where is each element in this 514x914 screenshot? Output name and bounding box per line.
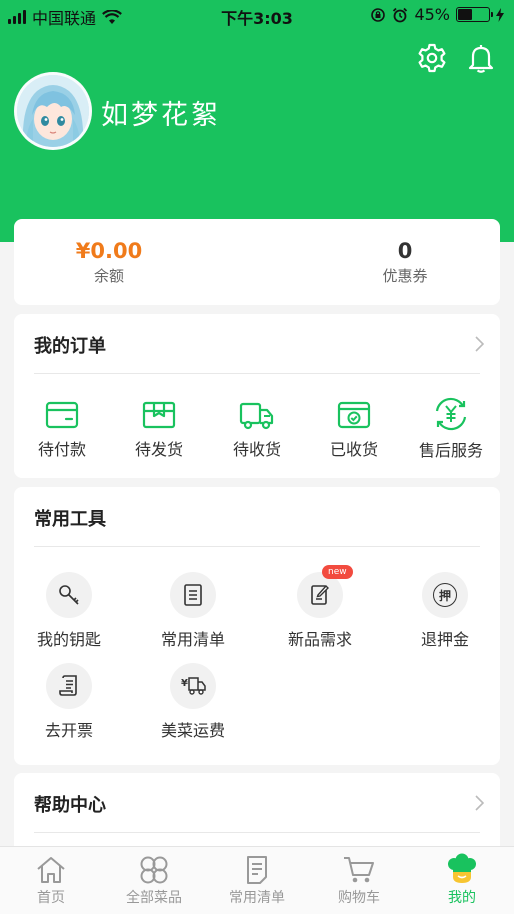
freight-icon: ¥	[181, 677, 206, 695]
coupon-value: 0	[397, 239, 413, 263]
battery-percent: 45%	[414, 5, 450, 24]
tab-label: 购物车	[338, 890, 380, 906]
deposit-icon: 押	[433, 583, 457, 607]
package-icon	[142, 401, 176, 429]
divider	[34, 546, 480, 547]
balance-value: ¥0.00	[75, 239, 143, 263]
divider	[34, 832, 480, 833]
chevron-right-icon[interactable]	[474, 795, 484, 811]
wallet-icon	[45, 401, 79, 429]
tool-invoice[interactable]: 去开票	[14, 663, 124, 741]
list-icon	[247, 856, 267, 884]
truck-icon	[239, 402, 274, 430]
grid-icon	[140, 856, 168, 884]
tab-common-list[interactable]: 常用清单	[206, 855, 308, 907]
tool-label: 常用清单	[160, 630, 225, 649]
list-icon	[184, 584, 202, 606]
tool-freight[interactable]: ¥ 美菜运费	[138, 663, 248, 741]
cart-icon	[344, 857, 374, 883]
chevron-right-icon[interactable]	[474, 336, 484, 352]
gear-icon[interactable]	[416, 42, 448, 74]
tab-cart[interactable]: 购物车	[308, 855, 410, 907]
bottom-tab-bar: 首页 全部菜品 常用清单 购物车 我的	[0, 846, 514, 914]
order-label: 售后服务	[418, 441, 483, 460]
avatar[interactable]	[14, 72, 92, 150]
tab-mine[interactable]: 我的	[411, 853, 513, 907]
balance-label: 余额	[93, 267, 124, 285]
divider	[34, 373, 480, 374]
order-received[interactable]: 已收货	[306, 400, 402, 460]
refund-icon	[435, 397, 467, 431]
tool-icon-circle	[46, 572, 92, 618]
tab-label: 首页	[37, 890, 65, 906]
coupon-item[interactable]: 0 优惠券	[305, 239, 505, 286]
tool-refund-deposit[interactable]: 押 退押金	[390, 572, 500, 650]
bell-icon[interactable]	[465, 42, 497, 74]
avatar-image	[17, 75, 89, 147]
received-box-icon	[337, 401, 371, 429]
battery-fill	[458, 9, 472, 20]
tab-label: 全部菜品	[126, 890, 182, 906]
tab-all-dishes[interactable]: 全部菜品	[103, 855, 205, 907]
tab-home[interactable]: 首页	[0, 855, 102, 907]
tool-label: 退押金	[420, 630, 469, 649]
tools-card: 常用工具 我的钥匙 常用清单 new 新品需求 押 退押金 去开票 ¥ 美菜运费	[14, 487, 500, 765]
order-after-sales[interactable]: 售后服务	[403, 397, 499, 461]
tool-icon-circle	[46, 663, 92, 709]
order-pending-receipt[interactable]: 待收货	[209, 400, 305, 460]
order-label: 待发货	[134, 440, 183, 459]
order-label: 已收货	[329, 440, 378, 459]
tool-label: 我的钥匙	[36, 630, 101, 649]
charging-icon	[496, 7, 504, 22]
orders-card: 我的订单 待付款 待发货 待收货 已收货 售后服务	[14, 314, 500, 478]
svg-text:¥: ¥	[181, 678, 188, 689]
home-icon	[37, 857, 65, 883]
deposit-glyph: 押	[438, 588, 451, 603]
tool-label: 去开票	[44, 721, 93, 740]
order-label: 待付款	[37, 440, 86, 459]
order-label: 待收货	[232, 440, 281, 459]
coupon-label: 优惠券	[382, 267, 428, 285]
tool-label: 美菜运费	[160, 721, 225, 740]
orders-title[interactable]: 我的订单	[34, 332, 106, 358]
order-pending-payment[interactable]: 待付款	[14, 400, 110, 460]
edit-icon	[311, 584, 329, 605]
tool-new-product-request[interactable]: new 新品需求	[265, 565, 375, 650]
tool-icon-circle: ¥	[170, 663, 216, 709]
tool-common-list[interactable]: 常用清单	[138, 572, 248, 650]
tool-icon-circle: new	[297, 565, 353, 618]
key-icon	[59, 585, 79, 605]
help-title[interactable]: 帮助中心	[34, 791, 106, 817]
chef-hat-icon	[448, 853, 476, 883]
alarm-icon	[393, 7, 408, 22]
wallet-card: ¥0.00 余额 0 优惠券	[14, 219, 500, 305]
tab-label: 常用清单	[229, 890, 285, 906]
order-pending-shipment[interactable]: 待发货	[111, 400, 207, 460]
status-bar: 中国联通 下午3:03 45%	[0, 0, 514, 30]
tool-icon-circle: 押	[422, 572, 468, 618]
battery-icon	[456, 7, 493, 22]
tab-label: 我的	[448, 890, 476, 906]
tool-label: 新品需求	[287, 630, 352, 649]
new-badge: new	[322, 565, 353, 579]
tools-title: 常用工具	[34, 509, 106, 530]
invoice-icon	[59, 675, 77, 696]
tool-my-keys[interactable]: 我的钥匙	[14, 572, 124, 650]
tool-icon-circle	[170, 572, 216, 618]
balance-item[interactable]: ¥0.00 余额	[9, 239, 209, 286]
username: 如梦花絮	[101, 100, 221, 131]
rotation-lock-icon	[371, 7, 386, 22]
